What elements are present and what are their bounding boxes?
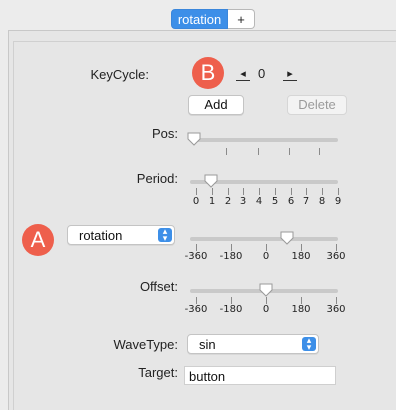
pos-tick bbox=[289, 148, 290, 155]
pos-tick bbox=[258, 148, 259, 155]
target-label: Target: bbox=[138, 365, 178, 380]
dropdown-arrows-icon: ▴ ▾ bbox=[302, 336, 316, 352]
wavetype-dropdown-value: sin bbox=[199, 337, 216, 352]
period-tick-label: 6 bbox=[287, 196, 295, 207]
target-field[interactable]: button bbox=[184, 366, 336, 385]
period-tick bbox=[259, 188, 260, 195]
add-button[interactable]: Add bbox=[188, 95, 244, 115]
dropdown-arrows-icon: ▴ ▾ bbox=[158, 227, 172, 243]
period-tick-label: 1 bbox=[208, 196, 216, 207]
period-tick bbox=[322, 188, 323, 195]
rotation-tick-label: -180 bbox=[219, 251, 243, 262]
offset-tick bbox=[301, 297, 302, 304]
rotation-tick-label: 0 bbox=[262, 251, 270, 262]
rotation-tick-label: -360 bbox=[184, 251, 208, 262]
offset-tick-label: 0 bbox=[262, 304, 270, 315]
period-tick bbox=[338, 188, 339, 195]
period-tick bbox=[212, 188, 213, 195]
wavetype-label: WaveType: bbox=[113, 337, 178, 352]
next-key-button[interactable]: ▸ bbox=[283, 67, 297, 81]
delete-button[interactable]: Delete bbox=[287, 95, 347, 115]
period-tick bbox=[243, 188, 244, 195]
offset-tick bbox=[336, 297, 337, 304]
pos-slider-track[interactable] bbox=[190, 138, 338, 142]
offset-tick-label: -180 bbox=[219, 304, 243, 315]
property-dropdown[interactable]: rotation ▴ ▾ bbox=[67, 225, 175, 245]
offset-tick bbox=[266, 297, 267, 304]
period-label: Period: bbox=[136, 171, 178, 186]
rotation-tick-label: 180 bbox=[291, 251, 311, 262]
period-tick-label: 5 bbox=[271, 196, 279, 207]
rotation-tick bbox=[266, 244, 267, 251]
pos-slider-thumb[interactable] bbox=[187, 132, 201, 146]
wavetype-dropdown[interactable]: sin ▴ ▾ bbox=[187, 334, 319, 354]
period-tick bbox=[228, 188, 229, 195]
offset-tick bbox=[196, 297, 197, 304]
target-field-value: button bbox=[189, 369, 226, 384]
rotation-slider-thumb[interactable] bbox=[280, 231, 294, 245]
tab-rotation[interactable]: rotation bbox=[171, 9, 228, 29]
period-tick bbox=[291, 188, 292, 195]
period-tick-label: 3 bbox=[239, 196, 247, 207]
period-tick bbox=[196, 188, 197, 195]
prev-key-button[interactable]: ◂ bbox=[236, 67, 250, 81]
keycycle-value: 0 bbox=[258, 66, 266, 81]
badge-a: A bbox=[22, 224, 54, 256]
offset-label: Offset: bbox=[139, 279, 178, 294]
period-slider-thumb[interactable] bbox=[204, 174, 218, 188]
period-tick-label: 4 bbox=[255, 196, 263, 207]
pos-tick bbox=[226, 148, 227, 155]
pos-label: Pos: bbox=[151, 126, 178, 141]
offset-tick-label: -360 bbox=[184, 304, 208, 315]
tab-bar: rotation + bbox=[171, 9, 255, 29]
period-tick bbox=[275, 188, 276, 195]
rotation-tick bbox=[336, 244, 337, 251]
period-tick-label: 9 bbox=[334, 196, 342, 207]
property-dropdown-value: rotation bbox=[79, 228, 123, 243]
period-tick-label: 2 bbox=[224, 196, 232, 207]
period-tick-label: 8 bbox=[318, 196, 326, 207]
badge-b: B bbox=[192, 57, 224, 89]
offset-slider-thumb[interactable] bbox=[259, 283, 273, 297]
rotation-slider-track[interactable] bbox=[190, 237, 338, 241]
rotation-tick-label: 360 bbox=[326, 251, 346, 262]
period-tick bbox=[306, 188, 307, 195]
offset-tick-label: 180 bbox=[291, 304, 311, 315]
period-tick-label: 0 bbox=[192, 196, 200, 207]
offset-tick bbox=[231, 297, 232, 304]
rotation-tick bbox=[231, 244, 232, 251]
add-tab-button[interactable]: + bbox=[228, 9, 255, 29]
pos-tick bbox=[319, 148, 320, 155]
rotation-tick bbox=[301, 244, 302, 251]
period-tick-label: 7 bbox=[302, 196, 310, 207]
keycycle-label: KeyCycle: bbox=[90, 67, 149, 82]
rotation-tick bbox=[196, 244, 197, 251]
offset-tick-label: 360 bbox=[326, 304, 346, 315]
